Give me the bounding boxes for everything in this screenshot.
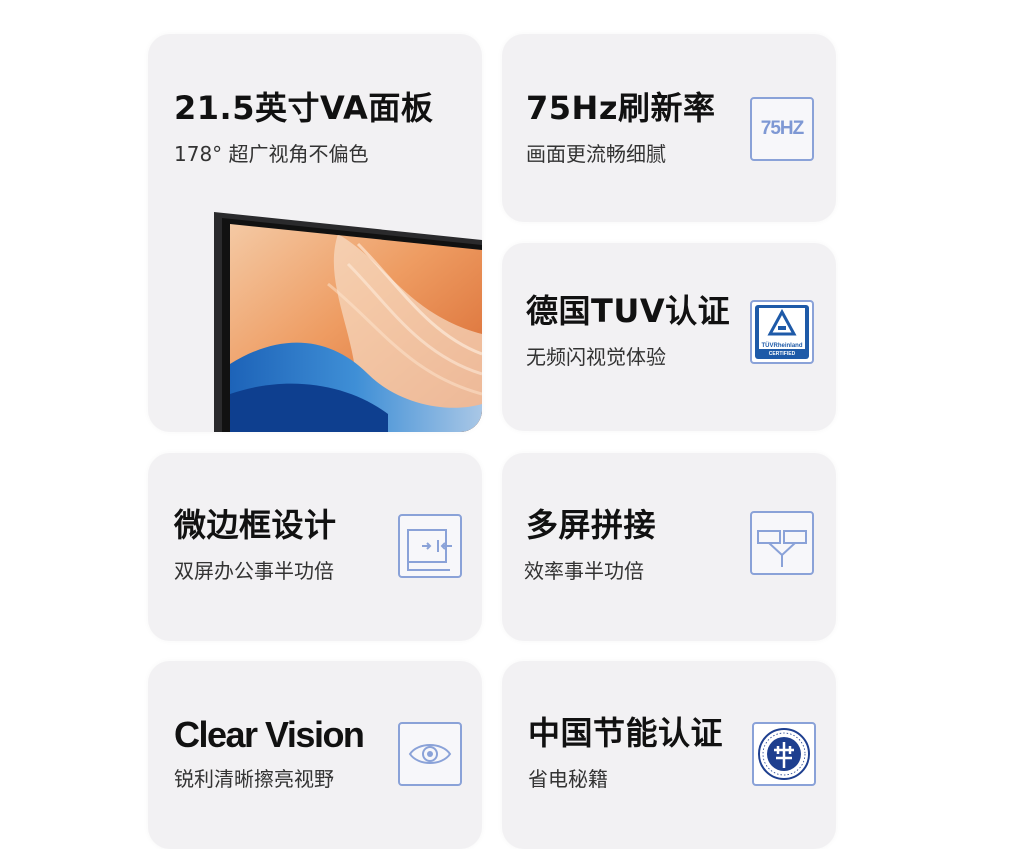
eye-icon [398,722,462,786]
card-title: 中国节能认证 [528,714,724,752]
multi-screen-icon [750,511,814,575]
card-subtitle: 锐利清晰擦亮视野 [174,767,334,791]
svg-text:CERTIFIED: CERTIFIED [769,351,796,357]
card-title: 德国TUV认证 [526,292,731,330]
monitor-image [214,212,482,432]
card-va-panel: 21.5英寸VA面板 178° 超广视角不偏色 [148,34,482,432]
card-energy-saving-cert: 中国节能认证 省电秘籍 [502,661,836,849]
card-multi-screen: 多屏拼接 效率事半功倍 [502,453,836,641]
card-subtitle: 双屏办公事半功倍 [174,559,334,583]
card-subtitle: 效率事半功倍 [524,559,644,583]
card-tuv-certification: 德国TUV认证 无频闪视觉体验 TÜVRheinland CERTIFIED [502,243,836,431]
tuv-logo-icon: TÜVRheinland CERTIFIED [755,305,809,359]
refresh-rate-icon: 75HZ [750,97,814,161]
card-subtitle: 省电秘籍 [528,767,608,791]
tuv-certified-logo: TÜVRheinland CERTIFIED [750,300,814,364]
card-title: 多屏拼接 [526,506,657,544]
card-subtitle: 画面更流畅细腻 [526,142,666,166]
card-subtitle: 无频闪视觉体验 [526,345,666,369]
card-title: Clear Vision [174,714,365,755]
energy-saving-cert-logo [752,722,816,786]
card-title: 75Hz刷新率 [526,89,716,127]
svg-text:TÜVRheinland: TÜVRheinland [761,342,802,349]
card-clear-vision: Clear Vision 锐利清晰擦亮视野 [148,661,482,849]
narrow-bezel-icon [398,514,462,578]
card-title: 微边框设计 [174,506,337,544]
card-narrow-bezel: 微边框设计 双屏办公事半功倍 [148,453,482,641]
card-refresh-rate: 75Hz刷新率 画面更流畅细腻 75HZ [502,34,836,222]
